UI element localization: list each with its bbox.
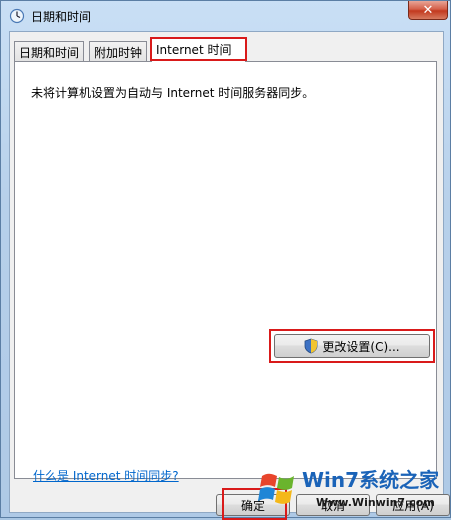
uac-shield-icon [305,338,318,354]
window-title: 日期和时间 [31,10,92,24]
tab-panel: 未将计算机设置为自动与 Internet 时间服务器同步。 更改设置(C)...… [14,61,437,483]
close-icon: ✕ [422,2,434,18]
watermark-brand: Win7系统之家 [302,468,440,492]
watermark-url: Www.Winwin7.com [316,496,435,509]
site-watermark: Win7系统之家 Www.Winwin7.com [258,462,451,518]
close-button[interactable]: ✕ [408,1,448,20]
change-settings-button[interactable]: 更改设置(C)... [274,334,430,358]
title-bar[interactable]: 日期和时间 ✕ [1,1,451,31]
tab-highlight-box [150,37,247,61]
tab-label: 日期和时间 [19,46,80,60]
tab-label: 附加时钟 [94,46,143,60]
windows-logo-icon [258,473,294,504]
tab-additional-clocks[interactable]: 附加时钟 [89,41,148,61]
dialog-client-area: 日期和时间 附加时钟 Internet 时间 未将计算机设置为自动与 Inter… [9,31,450,520]
help-link[interactable]: 什么是 Internet 时间同步? [33,467,179,484]
sync-status-text: 未将计算机设置为自动与 Internet 时间服务器同步。 [31,86,315,100]
tab-date-time[interactable]: 日期和时间 [14,41,85,61]
clock-icon [9,8,25,24]
window-frame: 日期和时间 ✕ 日期和时间 附加时钟 Internet 时间 未将计算机设置为自… [0,0,451,520]
change-settings-label: 更改设置(C)... [322,339,400,354]
